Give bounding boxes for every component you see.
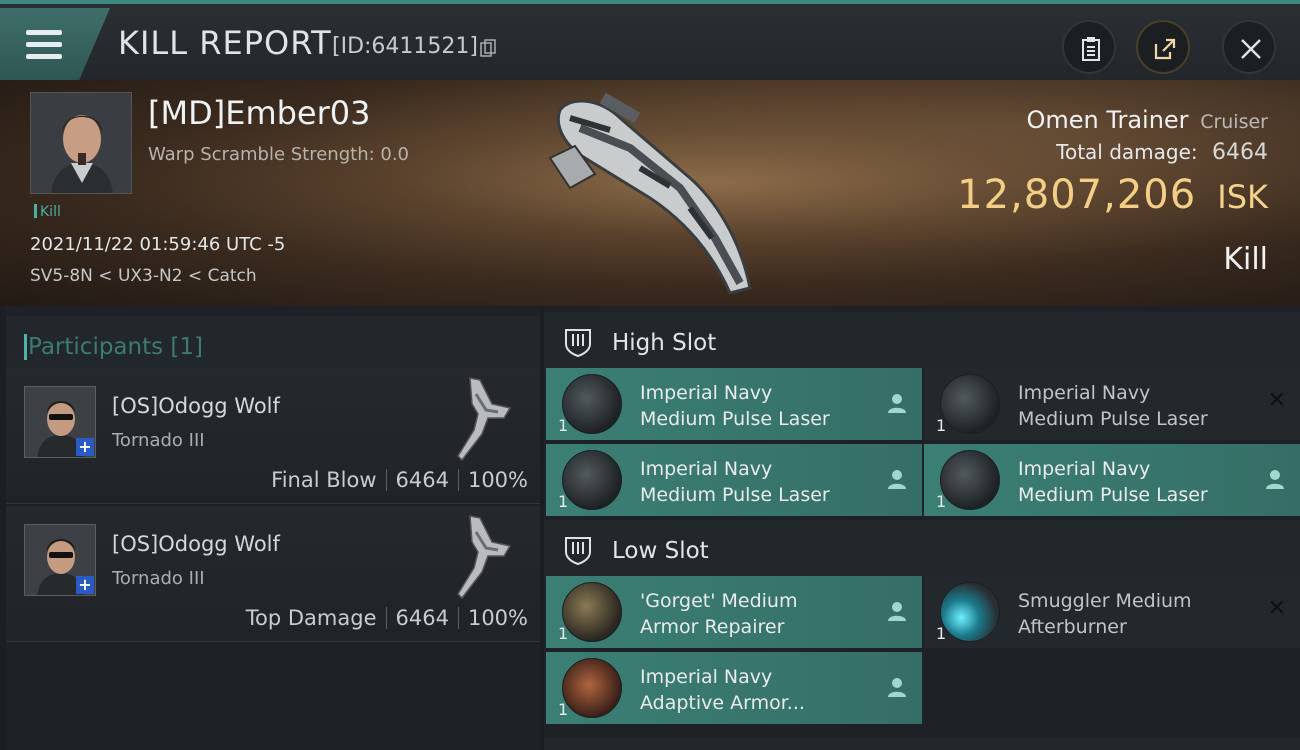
total-damage-label: Total damage:: [1056, 140, 1198, 164]
low-slot-header: Low Slot: [544, 520, 1300, 578]
participants-title: Participants [1]: [24, 334, 203, 360]
module-item[interactable]: 1 Smuggler Medium Afterburner ✕: [924, 576, 1300, 648]
module-item[interactable]: 1 Imperial Navy Medium Pulse Laser: [924, 444, 1300, 516]
participant-portrait[interactable]: +: [24, 386, 96, 458]
participant-name[interactable]: [OS]Odogg Wolf: [112, 532, 280, 556]
menu-icon: [26, 30, 62, 60]
module-icon: [562, 658, 622, 718]
low-slot-title: Low Slot: [612, 538, 709, 564]
module-name: Imperial Navy Adaptive Armor...: [640, 666, 805, 714]
ship-class: Cruiser: [1200, 111, 1268, 133]
plus-icon: +: [76, 576, 94, 594]
high-slot-header: High Slot: [544, 312, 1300, 370]
module-icon: [940, 582, 1000, 642]
pilot-icon: [888, 678, 906, 697]
victim-name[interactable]: [MD]Ember03: [148, 94, 370, 132]
participant-portrait[interactable]: +: [24, 524, 96, 596]
menu-button[interactable]: [0, 8, 110, 80]
module-icon: [562, 582, 622, 642]
victim-ship[interactable]: Omen Trainer Cruiser: [1026, 106, 1268, 134]
module-quantity: 1: [558, 700, 569, 719]
isk-value-line: 12,807,206 ISK: [957, 172, 1268, 218]
module-name: Imperial Navy Medium Pulse Laser: [640, 382, 830, 430]
module-icon: [562, 374, 622, 434]
warp-scramble-strength: Warp Scramble Strength: 0.0: [148, 144, 410, 165]
x-icon: ✕: [1267, 388, 1286, 413]
pilot-icon: [888, 470, 906, 489]
module-item[interactable]: 1 Imperial Navy Adaptive Armor...: [546, 652, 922, 724]
total-damage: Total damage: 6464: [1056, 140, 1268, 165]
share-button[interactable]: [1136, 20, 1190, 74]
participant-percent: 100%: [467, 468, 528, 492]
participant-percent: 100%: [467, 606, 528, 630]
participant-role: Top Damage: [245, 606, 377, 630]
participant-damage: 6464: [395, 606, 449, 630]
page-title: KILL REPORT: [118, 24, 332, 62]
participant-row[interactable]: + [OS]Odogg Wolf Tornado III Final Blow 6…: [6, 368, 540, 504]
module-item[interactable]: 1 'Gorget' Medium Armor Repairer: [546, 576, 922, 648]
module-quantity: 1: [558, 624, 569, 643]
participant-ship-image[interactable]: [452, 512, 522, 602]
pilot-icon: [888, 394, 906, 413]
module-quantity: 1: [558, 416, 569, 435]
victim-portrait[interactable]: [30, 92, 132, 194]
participant-damage: 6464: [395, 468, 449, 492]
victim-banner: [MD]Ember03 Warp Scramble Strength: 0.0 …: [0, 80, 1300, 306]
close-icon: [1241, 39, 1261, 59]
participant-stats: Top Damage 6464 100%: [246, 606, 528, 630]
module-quantity: 1: [558, 492, 569, 511]
participant-ship: Tornado III: [112, 568, 205, 589]
module-name: 'Gorget' Medium Armor Repairer: [640, 590, 798, 638]
kill-result: Kill: [1223, 242, 1268, 277]
module-quantity: 1: [936, 492, 947, 511]
module-name: Imperial Navy Medium Pulse Laser: [640, 458, 830, 506]
close-button[interactable]: [1222, 20, 1276, 74]
share-icon: [1154, 38, 1176, 60]
isk-unit: ISK: [1217, 178, 1268, 216]
x-icon: ✕: [1267, 596, 1286, 621]
module-item[interactable]: 1 Imperial Navy Medium Pulse Laser: [546, 444, 922, 516]
module-name: Smuggler Medium Afterburner: [1018, 590, 1192, 638]
fitting-panel: High Slot 1 Imperial Navy Medium Pulse L…: [544, 306, 1300, 750]
module-item[interactable]: 1 Imperial Navy Medium Pulse Laser ✕: [924, 368, 1300, 440]
slot-icon: [565, 329, 591, 358]
participant-ship: Tornado III: [112, 430, 205, 451]
module-quantity: 1: [936, 416, 947, 435]
title-bar: KILL REPORT [ID:6411521]: [0, 0, 1300, 80]
clipboard-button[interactable]: [1062, 20, 1116, 74]
kill-tag: Kill: [34, 204, 61, 220]
module-quantity: 1: [936, 624, 947, 643]
participant-role: Final Blow: [271, 468, 377, 492]
plus-icon: +: [76, 438, 94, 456]
clipboard-icon: [1082, 37, 1100, 61]
kill-location: SV5-8N < UX3-N2 < Catch: [30, 266, 257, 286]
kill-timestamp: 2021/11/22 01:59:46 UTC -5: [30, 234, 286, 255]
participants-header: Participants [1]: [6, 316, 540, 372]
pilot-icon: [1266, 470, 1284, 489]
module-name: Imperial Navy Medium Pulse Laser: [1018, 458, 1208, 506]
module-icon: [562, 450, 622, 510]
next-slot-header: [544, 738, 1300, 750]
isk-value: 12,807,206: [957, 172, 1197, 218]
ship-name: Omen Trainer: [1026, 106, 1189, 134]
slot-icon: [565, 537, 591, 566]
participants-panel: Participants [1] + [OS]Odogg Wolf Tornad…: [6, 306, 540, 750]
module-icon: [940, 374, 1000, 434]
participant-name[interactable]: [OS]Odogg Wolf: [112, 394, 280, 418]
report-id: [ID:6411521]: [332, 34, 478, 59]
participant-row[interactable]: + [OS]Odogg Wolf Tornado III Top Damage 6…: [6, 506, 540, 642]
participant-ship-image[interactable]: [452, 374, 522, 464]
copy-icon[interactable]: [480, 39, 496, 57]
high-slot-title: High Slot: [612, 330, 717, 356]
pilot-icon: [888, 602, 906, 621]
module-icon: [940, 450, 1000, 510]
total-damage-value: 6464: [1212, 140, 1268, 165]
module-name: Imperial Navy Medium Pulse Laser: [1018, 382, 1208, 430]
module-item[interactable]: 1 Imperial Navy Medium Pulse Laser: [546, 368, 922, 440]
participant-stats: Final Blow 6464 100%: [271, 468, 528, 492]
victim-ship-image[interactable]: [540, 88, 770, 303]
